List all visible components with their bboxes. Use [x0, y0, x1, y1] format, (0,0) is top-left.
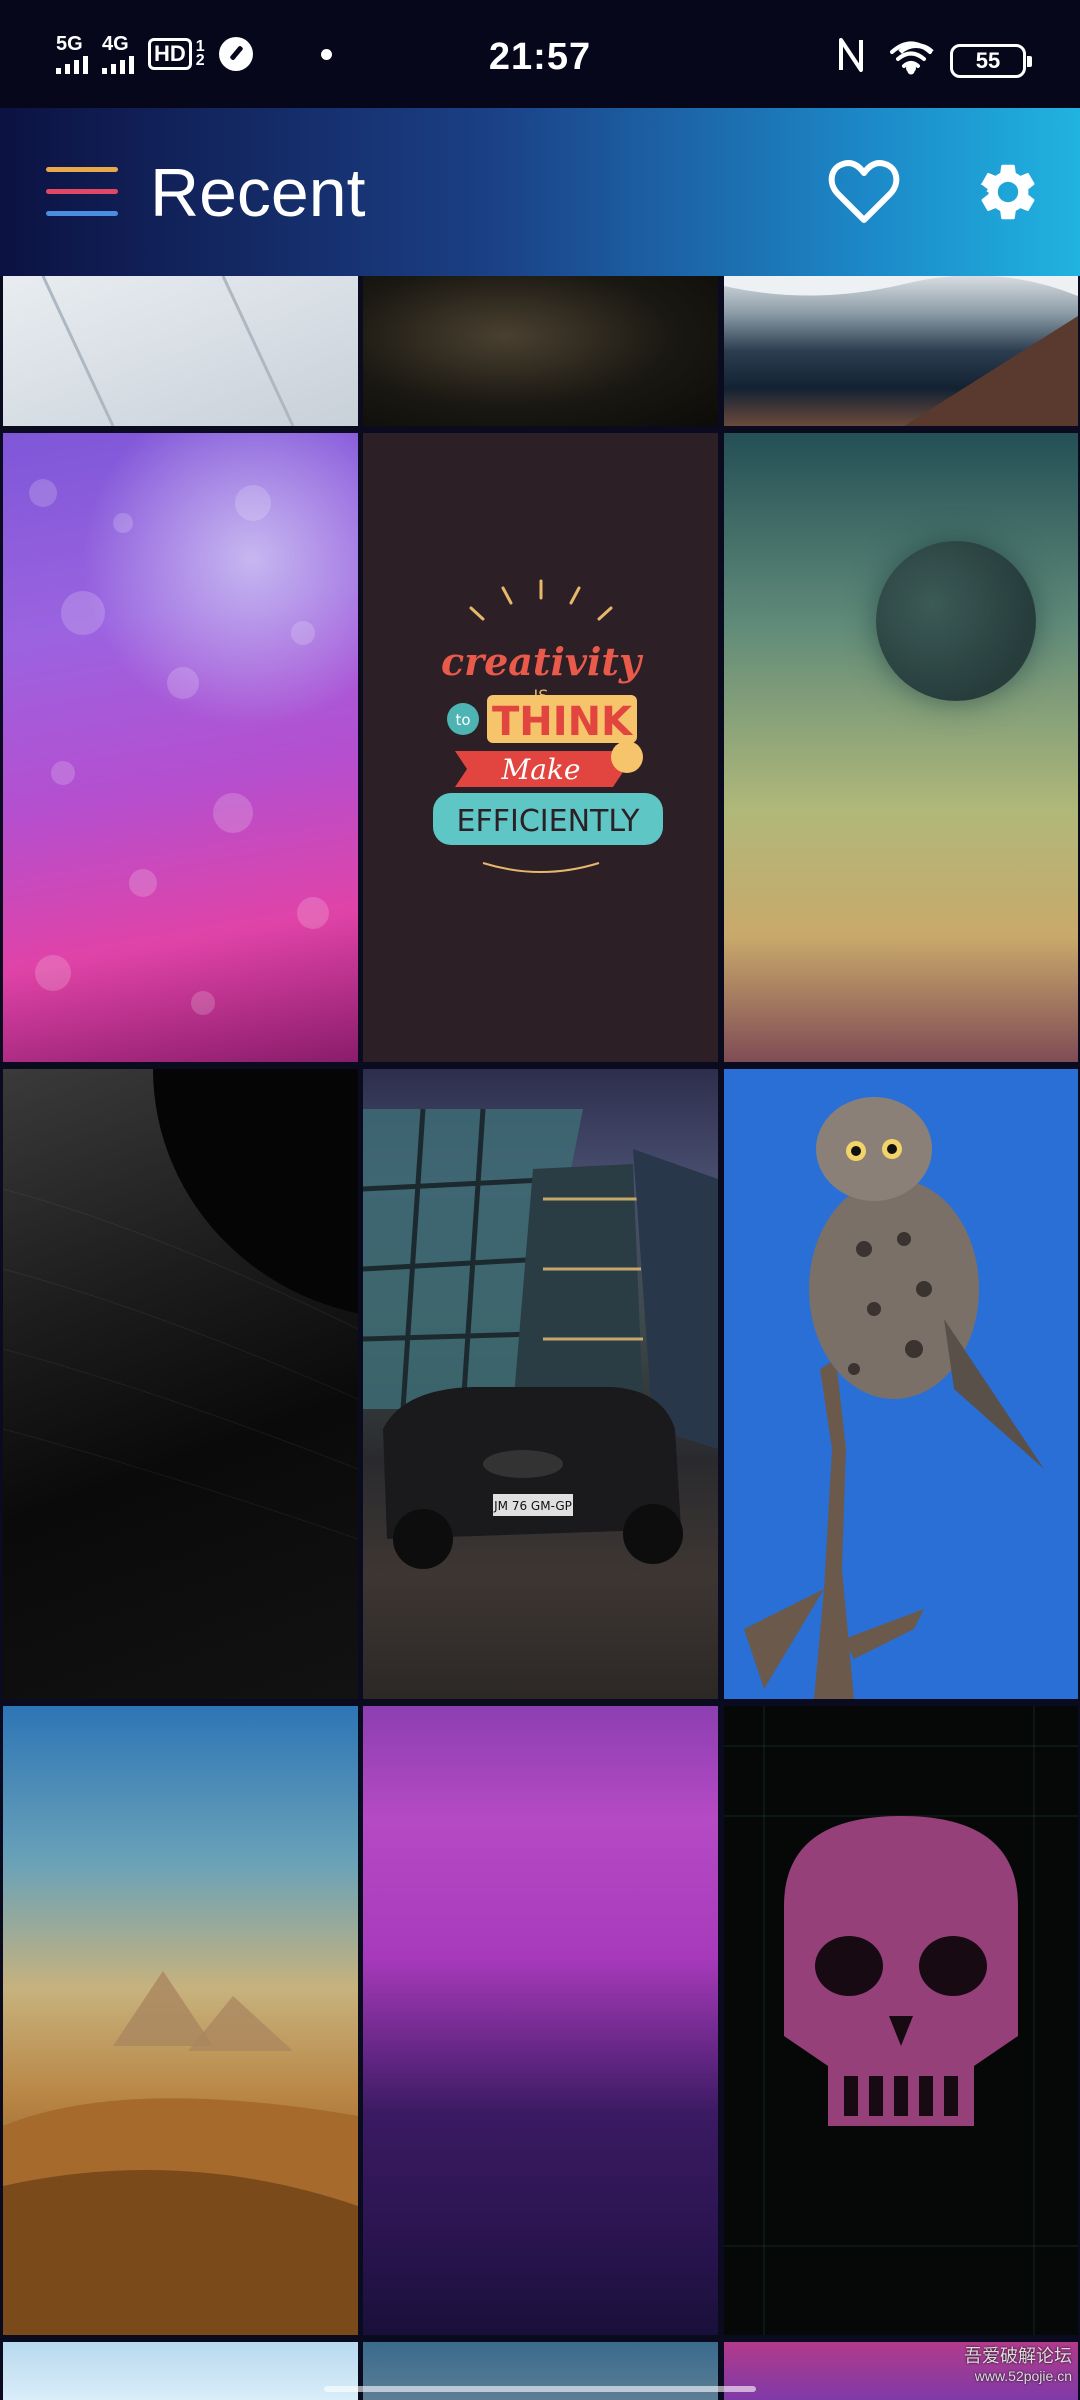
status-right-icons	[838, 38, 941, 78]
menu-icon[interactable]	[46, 159, 118, 225]
wallpaper-tile[interactable]: creativity -IS- to THINK Make EFFICIENTL…	[363, 433, 718, 1062]
wallpaper-grid: creativity -IS- to THINK Make EFFICIENTL…	[0, 276, 1080, 2400]
wallpaper-tile[interactable]	[3, 1069, 358, 1699]
page-title: Recent	[150, 155, 366, 231]
wallpaper-tile[interactable]	[3, 1706, 358, 2335]
watermark-line-1: 吾爱破解论坛	[964, 2346, 1072, 2366]
app-bar: Recent	[0, 108, 1080, 276]
wallpaper-tile[interactable]	[724, 433, 1078, 1062]
owl	[744, 1097, 1044, 1699]
license-plate: JM 76 GM-GP	[493, 1499, 572, 1513]
desert-pyramids	[3, 1971, 358, 2335]
badge-word-5: Make	[501, 753, 581, 786]
status-bar: 5G 4G HD 1 2 21:57 55	[0, 0, 1080, 108]
favorites-button[interactable]	[828, 158, 900, 226]
gear-icon	[980, 164, 1035, 220]
home-indicator[interactable]	[324, 2386, 756, 2392]
moon-shape	[876, 541, 1036, 701]
creativity-badge: creativity -IS- to THINK Make EFFICIENTL…	[433, 579, 663, 873]
wallpaper-tile[interactable]: JM 76 GM-GP	[363, 1069, 718, 1699]
badge-word-3: to	[455, 711, 470, 729]
badge-word-6: EFFICIENTLY	[457, 804, 641, 839]
wallpaper-tile[interactable]	[724, 276, 1078, 426]
wallpaper-tile[interactable]	[363, 276, 718, 426]
wallpaper-tile[interactable]	[3, 433, 358, 1062]
badge-word-1: creativity	[441, 639, 644, 684]
wifi-icon	[890, 41, 941, 75]
sea-rock	[724, 276, 1078, 426]
watermark-line-2: www.52pojie.cn	[974, 2368, 1072, 2384]
battery-icon: 55	[950, 44, 1032, 78]
heart-icon	[828, 160, 900, 223]
wallpaper-tile[interactable]	[3, 2342, 358, 2400]
car-building: JM 76 GM-GP	[363, 1108, 718, 1569]
wallpaper-tile[interactable]	[724, 1069, 1078, 1699]
watermark: 吾爱破解论坛 www.52pojie.cn	[964, 2346, 1072, 2386]
wallpaper-tile[interactable]	[3, 276, 358, 426]
nfc-icon	[838, 38, 864, 78]
pixel-skull	[724, 1706, 1078, 2335]
water-drops	[29, 479, 329, 1015]
wood-lines	[41, 276, 295, 426]
wallpaper-tile[interactable]	[724, 1706, 1078, 2335]
settings-button[interactable]	[974, 158, 1042, 226]
battery-level: 55	[975, 48, 1001, 73]
wallpaper-tile[interactable]	[363, 1706, 718, 2335]
badge-word-4: THINK	[492, 699, 634, 745]
